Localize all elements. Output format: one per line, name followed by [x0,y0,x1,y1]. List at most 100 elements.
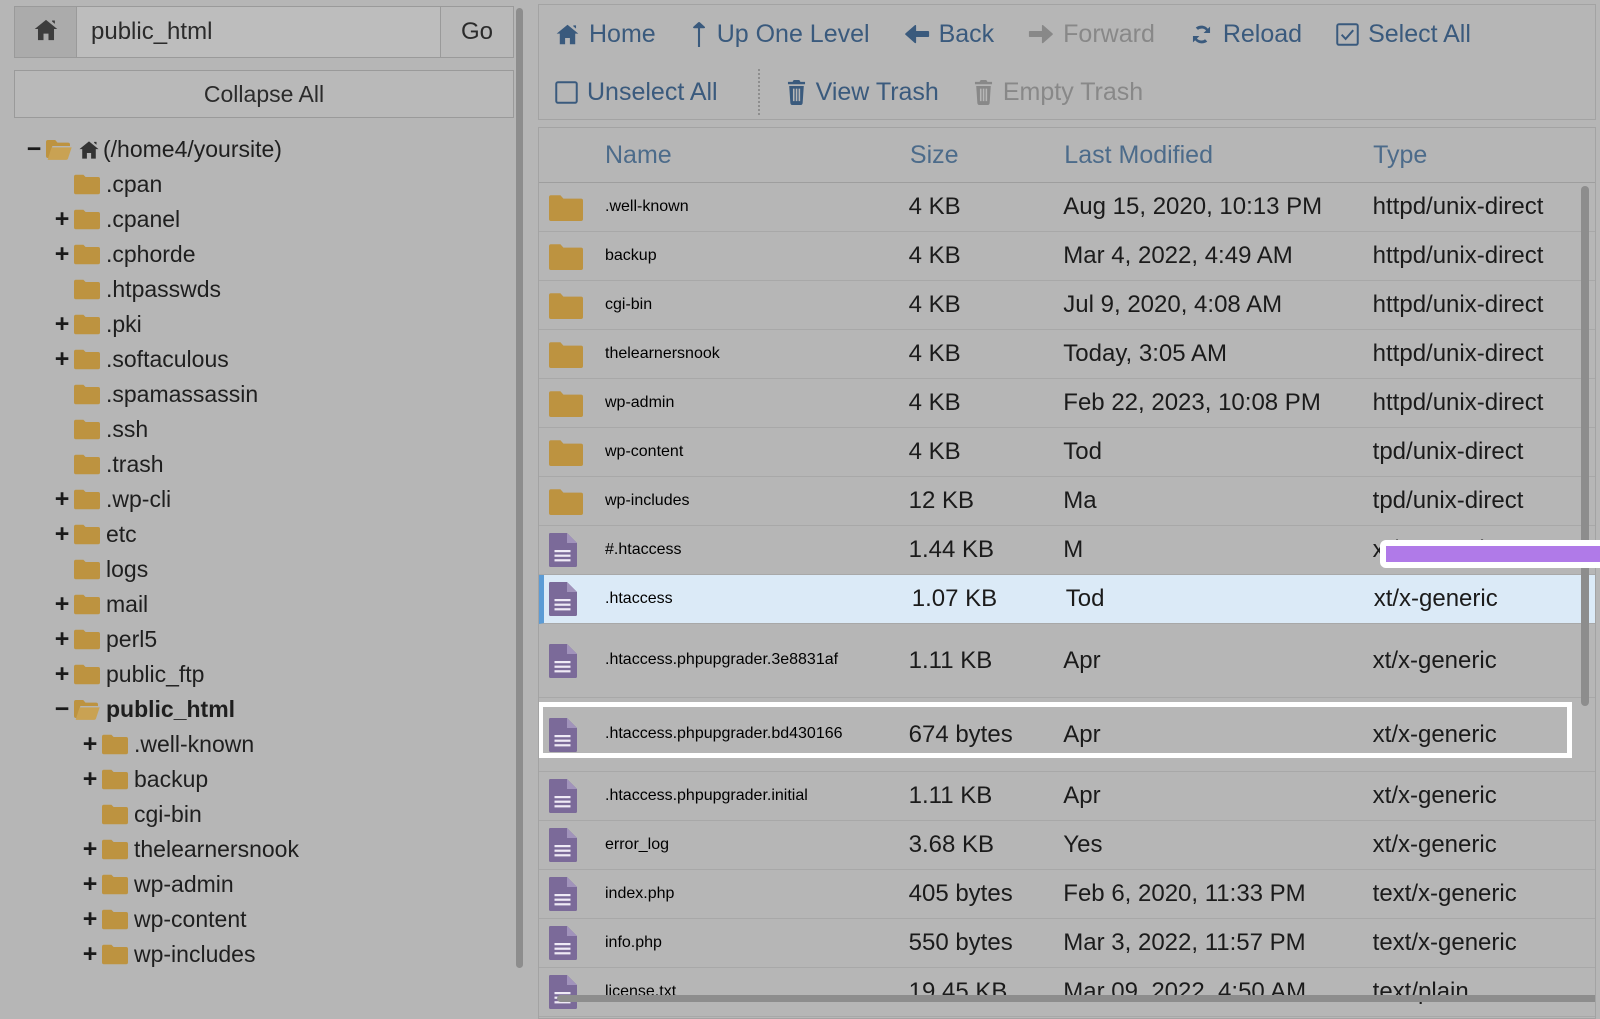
table-row[interactable]: .well-known4 KBAug 15, 2020, 10:13 PMhtt… [539,183,1595,232]
collapse-all-button[interactable]: Collapse All [14,70,514,118]
table-row-selected[interactable]: .htaccess1.07 KBTodxt/x-generic [539,575,1595,624]
tree-node[interactable]: +public_ftp [0,657,510,692]
tree-expand-icon[interactable]: + [50,662,74,687]
column-header-last-modified[interactable]: Last Modified [1064,141,1373,170]
tree-expand-icon[interactable]: + [78,732,102,757]
tree-expand-icon[interactable]: + [78,942,102,967]
tree-node[interactable]: .spamassassin [0,377,510,412]
file-last-modified: Feb 6, 2020, 11:33 PM [1063,880,1372,908]
table-row[interactable]: wp-content4 KBTodtpd/unix-direct [539,428,1595,477]
file-type: xt/x-generic [1373,647,1595,675]
tree-expand-icon[interactable]: + [50,207,74,232]
table-row[interactable]: thelearnersnook4 KBToday, 3:05 AMhttpd/u… [539,330,1595,379]
tree-node[interactable]: +perl5 [0,622,510,657]
file-icon [549,582,605,616]
go-button[interactable]: Go [440,6,514,58]
toolbar-row-primary: HomeUp One LevelBackForwardReloadSelect … [539,5,1595,63]
toolbar-button-label: Home [589,20,656,49]
tree-node[interactable]: .trash [0,447,510,482]
sidebar-scrollbar[interactable] [516,8,523,968]
folder-icon [102,909,128,930]
tree-expand-icon[interactable]: + [50,347,74,372]
file-last-modified: Tod [1066,585,1374,613]
table-row[interactable]: .htaccess.phpupgrader.initial1.11 KBAprx… [539,772,1595,821]
tree-node[interactable]: +wp-includes [0,937,510,972]
file-name-cell: .well-known [539,194,909,221]
table-row[interactable]: #.htaccess1.44 KBMxt/x-generic [539,526,1595,575]
tree-node[interactable]: − public_html [0,692,510,727]
toolbar-button-back[interactable]: Back [904,20,995,49]
table-row[interactable]: backup4 KBMar 4, 2022, 4:49 AMhttpd/unix… [539,232,1595,281]
folder-icon [102,804,128,825]
tree-node-label: .spamassassin [106,381,258,408]
file-size: 674 bytes [909,721,1064,749]
file-size: 4 KB [909,193,1064,221]
tree-node[interactable]: + thelearnersnook [0,832,510,867]
file-table-body: .well-known4 KBAug 15, 2020, 10:13 PMhtt… [539,183,1595,1017]
column-header-size[interactable]: Size [910,141,1064,170]
tree-node[interactable]: +etc [0,517,510,552]
file-name-cell: .htaccess [544,582,912,616]
tree-node[interactable]: +mail [0,587,510,622]
toolbar-button-view-trash[interactable]: View Trash [786,78,939,107]
file-icon [549,828,605,862]
file-name: .htaccess.phpupgrader.initial [605,787,909,806]
table-row[interactable]: error_log3.68 KBYesxt/x-generic [539,821,1595,870]
file-name: .htaccess.phpupgrader.bd430166 [605,725,909,744]
tree-node[interactable]: .cpan [0,167,510,202]
tree-node[interactable]: logs [0,552,510,587]
tree-expand-icon[interactable]: + [78,872,102,897]
tree-expand-icon[interactable]: + [50,487,74,512]
tree-node[interactable]: .htpasswds [0,272,510,307]
tree-node[interactable]: +.cpanel [0,202,510,237]
toolbar-button-up-one-level[interactable]: Up One Level [690,20,870,49]
tree-node[interactable]: −(/home4/yoursite) [0,132,510,167]
column-header-name[interactable]: Name [539,141,910,170]
tree-expand-icon[interactable]: + [78,767,102,792]
file-name: error_log [605,836,909,855]
file-table-horizontal-scrollbar[interactable] [557,995,1596,1002]
tree-node[interactable]: +wp-admin [0,867,510,902]
tree-node[interactable]: +.pki [0,307,510,342]
file-icon [549,975,605,1009]
tree-node[interactable]: +.wp-cli [0,482,510,517]
table-row[interactable]: info.php550 bytesMar 3, 2022, 11:57 PMte… [539,919,1595,968]
tree-node[interactable]: +.cphorde [0,237,510,272]
table-row[interactable]: .htaccess.phpupgrader.3e8831af1.11 KBApr… [539,624,1595,698]
tree-collapse-icon[interactable]: − [50,697,74,722]
table-row[interactable]: .htaccess.phpupgrader.bd430166674 bytesA… [539,698,1595,772]
tree-node[interactable]: +.softaculous [0,342,510,377]
toolbar-button-select-all[interactable]: Select All [1336,20,1471,49]
tree-node[interactable]: +.well-known [0,727,510,762]
tree-collapse-icon[interactable]: − [22,137,46,162]
tree-node[interactable]: cgi-bin [0,797,510,832]
toolbar-button-unselect-all[interactable]: Unselect All [555,78,718,107]
toolbar-button-reload[interactable]: Reload [1189,20,1302,49]
file-table-vertical-scrollbar[interactable] [1581,186,1589,706]
toolbar-button-home[interactable]: Home [555,20,656,49]
home-icon [33,17,59,48]
home-path-button[interactable] [14,6,76,58]
tree-expand-icon[interactable]: + [78,837,102,862]
tree-node[interactable]: .ssh [0,412,510,447]
table-row[interactable]: cgi-bin4 KBJul 9, 2020, 4:08 AMhttpd/uni… [539,281,1595,330]
tree-expand-icon[interactable]: + [50,312,74,337]
tree-node[interactable]: +wp-content [0,902,510,937]
column-header-type[interactable]: Type [1373,141,1595,170]
tree-expand-icon[interactable]: + [78,907,102,932]
table-row[interactable]: index.php405 bytesFeb 6, 2020, 11:33 PMt… [539,870,1595,919]
table-row[interactable]: wp-admin4 KBFeb 22, 2023, 10:08 PMhttpd/… [539,379,1595,428]
table-row[interactable]: wp-includes12 KBMatpd/unix-direct [539,477,1595,526]
table-row[interactable]: license.txt19.45 KBMar 09, 2022, 4:50 AM… [539,968,1595,1017]
toolbar-button-label: Empty Trash [1003,78,1143,107]
file-size: 4 KB [909,242,1064,270]
tree-node-label: thelearnersnook [134,836,299,863]
tree-node-label: public_html [106,696,235,723]
file-type: text/x-generic [1373,880,1595,908]
tree-expand-icon[interactable]: + [50,592,74,617]
tree-expand-icon[interactable]: + [50,627,74,652]
tree-expand-icon[interactable]: + [50,242,74,267]
tree-expand-icon[interactable]: + [50,522,74,547]
tree-node[interactable]: +backup [0,762,510,797]
path-input[interactable] [76,6,440,58]
